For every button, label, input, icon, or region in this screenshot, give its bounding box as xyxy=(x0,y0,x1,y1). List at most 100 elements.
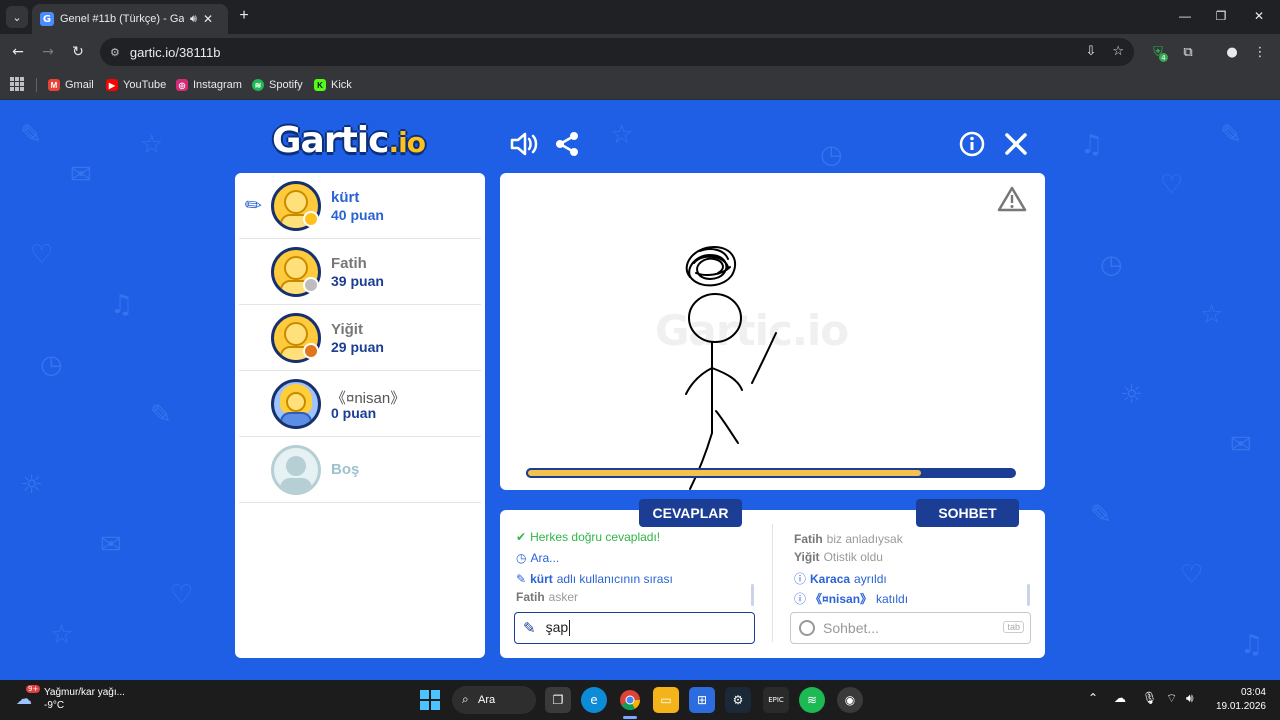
answers-scrollbar[interactable] xyxy=(751,584,754,606)
player-row[interactable]: 《¤nisan》 0 puan xyxy=(239,371,481,437)
taskbar-search[interactable]: ⌕ Ara xyxy=(452,686,536,714)
start-button[interactable] xyxy=(417,687,443,713)
text-caret xyxy=(569,619,571,636)
taskbar-search-label: Ara xyxy=(478,694,496,706)
extension-badge: 4 xyxy=(1159,53,1168,62)
empty-slot-label: Boş xyxy=(331,461,360,478)
answer-input-value[interactable]: şap xyxy=(546,619,569,635)
message-text: asker xyxy=(548,590,579,604)
bookmark-gmail[interactable]: M Gmail xyxy=(48,76,94,94)
profile-avatar[interactable]: ● xyxy=(1222,42,1242,62)
tab-chat[interactable]: SOHBET xyxy=(916,499,1019,527)
instagram-icon: ◎ xyxy=(176,79,188,91)
bookmarks-divider xyxy=(36,78,37,92)
chat-scrollbar[interactable] xyxy=(1027,584,1030,606)
chat-message: ⓘ Karaca ayrıldı xyxy=(794,570,887,587)
steam-icon[interactable]: ⚙ xyxy=(725,687,751,713)
install-app-icon[interactable]: ⇩ xyxy=(1085,44,1096,59)
message-text: adlı kullanıcının sırası xyxy=(556,572,673,586)
exit-close-icon[interactable] xyxy=(1000,128,1032,160)
volume-icon[interactable]: 🔊︎ xyxy=(1186,691,1194,706)
browser-menu-icon[interactable]: ⋮ xyxy=(1250,42,1270,62)
background-star-icon: ☆ xyxy=(610,120,634,150)
extensions-puzzle-icon[interactable]: ⧉ xyxy=(1178,42,1198,62)
bookmark-youtube[interactable]: ▶ YouTube xyxy=(106,76,166,94)
info-icon: ⓘ xyxy=(794,592,807,606)
edge-icon[interactable]: e xyxy=(581,687,607,713)
tab-answers[interactable]: CEVAPLAR xyxy=(639,499,742,527)
address-bar[interactable]: ⚙ gartic.io/38111b ⇩ ☆ xyxy=(100,38,1134,66)
tab-audio-icon[interactable]: 🔊︎ xyxy=(190,13,197,26)
round-timer-bar xyxy=(526,468,1016,478)
active-app-indicator xyxy=(623,716,637,719)
restore-button[interactable]: ❐ xyxy=(1208,6,1234,26)
answer-input[interactable]: ✎ şap xyxy=(514,612,755,644)
clock-date: 19.01.2026 xyxy=(1215,701,1266,712)
stick-figure-drawing xyxy=(685,245,777,490)
answers-message: Fatih asker xyxy=(516,590,578,604)
report-warning-icon[interactable] xyxy=(997,185,1027,213)
weather-widget[interactable]: ☁ 9+ Yağmur/kar yağı... -9°C xyxy=(16,685,125,712)
microsoft-store-icon[interactable]: ⊞ xyxy=(689,687,715,713)
reload-button[interactable]: ↻ xyxy=(68,42,88,62)
weather-temperature: -9°C xyxy=(44,700,65,711)
background-pencil-icon: ✎ xyxy=(150,400,172,430)
chat-input[interactable]: Sohbet... tab xyxy=(790,612,1031,644)
sound-icon[interactable] xyxy=(508,128,540,160)
message-user: Karaca xyxy=(810,571,851,586)
wifi-icon[interactable]: ⌔ xyxy=(1166,691,1177,706)
message-text: Herkes doğru cevapladı! xyxy=(530,530,661,544)
url-text[interactable]: gartic.io/38111b xyxy=(130,45,221,60)
background-star-icon: ☆ xyxy=(1200,300,1224,330)
logo-suffix-text: .io xyxy=(388,126,425,159)
extension-shield-icon[interactable]: ⛨ 4 xyxy=(1148,42,1168,62)
tray-overflow-icon[interactable]: ⌃ xyxy=(1088,691,1098,705)
message-user: Fatih xyxy=(794,532,823,546)
message-user: Fatih xyxy=(516,590,545,604)
message-user: 《¤nisan》 xyxy=(810,592,873,606)
microphone-icon[interactable]: 🎙︎ xyxy=(1142,691,1157,705)
minimize-button[interactable]: — xyxy=(1172,6,1198,26)
players-panel: ✎ kürt 40 puan Fatih 39 puan Yiğit 29 pu… xyxy=(235,173,485,658)
info-icon[interactable] xyxy=(956,128,988,160)
task-view-icon[interactable]: ❐ xyxy=(545,687,571,713)
obs-icon[interactable]: ◉ xyxy=(837,687,863,713)
new-tab-button[interactable]: + xyxy=(234,6,254,26)
bookmark-spotify[interactable]: ≋ Spotify xyxy=(252,76,303,94)
drawing-pencil-icon: ✎ xyxy=(239,190,268,220)
bookmark-instagram[interactable]: ◎ Instagram xyxy=(176,76,242,94)
forward-button[interactable]: → xyxy=(38,42,58,62)
avatar xyxy=(271,379,321,429)
share-icon[interactable] xyxy=(552,128,582,160)
site-info-icon[interactable]: ⚙ xyxy=(110,46,120,59)
browser-tab-bar: ⌄ G Genel #11b (Türkçe) - Gartic 🔊︎ ✕ + … xyxy=(0,0,1280,34)
chat-placeholder[interactable]: Sohbet... xyxy=(823,620,879,636)
system-clock[interactable]: 03:04 19.01.2026 xyxy=(1214,686,1266,714)
bookmark-star-icon[interactable]: ☆ xyxy=(1112,44,1124,59)
apps-grid-icon[interactable] xyxy=(10,77,24,91)
round-timer-fill xyxy=(526,468,923,478)
player-row[interactable]: Yiğit 29 puan xyxy=(239,305,481,371)
back-button[interactable]: ← xyxy=(8,42,28,62)
message-text: ayrıldı xyxy=(854,571,887,586)
tab-search-button[interactable]: ⌄ xyxy=(6,6,28,28)
epic-games-icon[interactable]: EPIC xyxy=(763,687,789,713)
tray-app-icon[interactable]: ☁ xyxy=(1114,691,1126,705)
pencil-icon: ✎ xyxy=(516,572,527,586)
player-row[interactable]: Fatih 39 puan xyxy=(239,239,481,305)
player-row[interactable]: ✎ kürt 40 puan xyxy=(239,173,481,239)
background-pencil-icon: ✎ xyxy=(1220,120,1242,150)
answers-message: ◷ Ara... xyxy=(516,551,559,565)
weather-badge: 9+ xyxy=(26,685,41,693)
file-explorer-icon[interactable]: ▭ xyxy=(653,687,679,713)
close-window-button[interactable]: ✕ xyxy=(1246,6,1272,26)
player-points: 39 puan xyxy=(331,273,384,289)
player-status-dot xyxy=(303,277,319,293)
chrome-icon[interactable] xyxy=(617,687,643,713)
tab-close-icon[interactable]: ✕ xyxy=(203,12,213,26)
game-page: ✎ ✉ ☆ ♡ ♫ ◷ ✎ ☼ ✉ ♡ ☆ ♫ ♡ ✎ ◷ ☆ ☼ ✉ ✎ ♡ … xyxy=(0,100,1280,680)
spotify-taskbar-icon[interactable]: ≋ xyxy=(799,687,825,713)
browser-tab-active[interactable]: G Genel #11b (Türkçe) - Gartic 🔊︎ ✕ xyxy=(32,4,228,34)
drawing-canvas[interactable]: Gartic.io xyxy=(500,173,1045,490)
bookmark-kick[interactable]: K Kick xyxy=(314,76,352,94)
